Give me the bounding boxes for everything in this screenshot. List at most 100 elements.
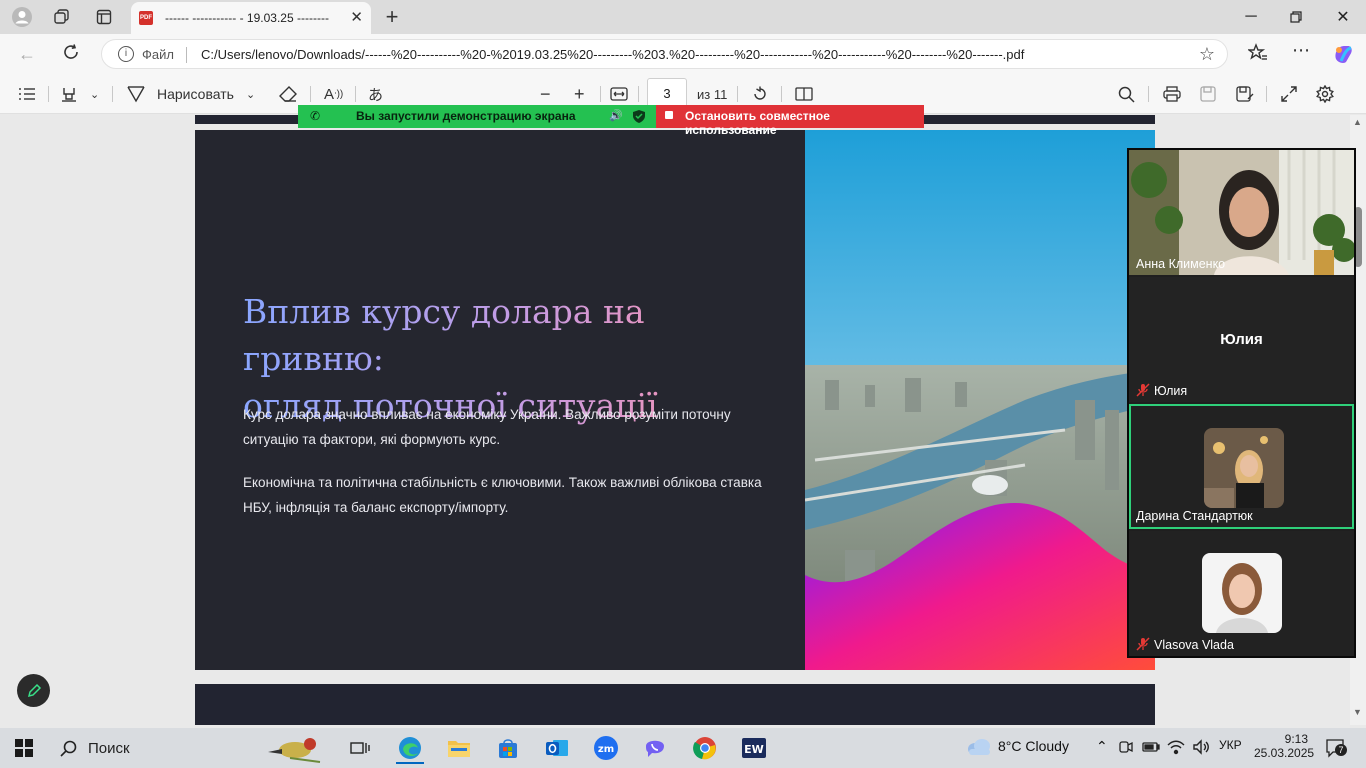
tab-title: ------ ----------- - 19.03.25 -------- (165, 11, 329, 25)
divider (48, 86, 49, 102)
participant-tile-active-speaker[interactable]: Дарина Стандартюк (1129, 404, 1354, 529)
pdf-page-next (195, 684, 1155, 725)
site-info-icon[interactable]: i (118, 46, 134, 62)
divider (1148, 86, 1149, 102)
edge-taskbar-icon[interactable] (390, 732, 430, 764)
screen-share-status-bar[interactable]: ✆ Вы запустили демонстрацию экрана 🔊 (298, 105, 656, 128)
url-field[interactable]: i Файл C:/Users/lenovo/Downloads/------%… (101, 39, 1228, 69)
participant-tile[interactable]: Анна Клименко (1129, 150, 1356, 275)
notifications-icon[interactable]: 7 (1325, 738, 1347, 761)
translate-icon[interactable]: あ (368, 84, 383, 104)
phone-icon: ✆ (310, 109, 321, 123)
draw-pen-fab[interactable] (17, 674, 50, 707)
cloud-weather-icon[interactable] (966, 738, 992, 759)
participant-name: Vlasova Vlada (1154, 638, 1234, 652)
refresh-icon[interactable] (62, 43, 80, 64)
divider (1266, 86, 1267, 102)
clock[interactable]: 9:13 25.03.2025 (1254, 732, 1314, 760)
stop-sharing-button[interactable]: Остановить совместное использование (656, 105, 924, 137)
draw-dropdown-icon[interactable]: ⌄ (246, 84, 255, 104)
divider (600, 86, 601, 102)
copilot-icon[interactable] (1332, 43, 1354, 68)
print-icon[interactable] (1163, 84, 1181, 104)
divider (310, 86, 311, 102)
close-tab-icon[interactable]: ✕ (350, 8, 363, 26)
participant-tile[interactable]: Vlasova Vlada (1129, 531, 1354, 656)
more-icon[interactable]: ⋯ (1292, 40, 1310, 61)
zoom-in-icon[interactable]: + (574, 84, 585, 104)
bird-illustration-icon (268, 738, 321, 763)
battery-icon[interactable] (1142, 740, 1160, 757)
back-icon[interactable]: ← (18, 44, 36, 65)
weather-text[interactable]: 8°C Cloudy (998, 738, 1069, 754)
highlight-dropdown-icon[interactable]: ⌄ (90, 84, 99, 104)
participant-display-name: Юлия (1220, 331, 1263, 348)
draw-button[interactable]: Нарисовать (157, 84, 234, 104)
page-view-icon[interactable] (795, 84, 813, 104)
pdf-icon: PDF (139, 11, 153, 25)
start-button[interactable] (4, 732, 44, 764)
scroll-up-icon[interactable]: ▲ (1353, 117, 1362, 127)
tab-actions-icon[interactable] (92, 5, 116, 29)
participant-name: Дарина Стандартюк (1136, 509, 1253, 523)
city-river-photo (805, 130, 1155, 670)
rotate-icon[interactable] (751, 84, 769, 104)
mic-muted-icon (1136, 383, 1150, 397)
meet-now-icon[interactable] (1118, 739, 1134, 758)
viber-icon[interactable] (635, 732, 675, 764)
zoom-icon[interactable]: zm (586, 732, 626, 764)
save-as-icon[interactable] (1236, 84, 1254, 104)
address-bar: ← i Файл C:/Users/lenovo/Downloads/-----… (0, 34, 1366, 74)
fullscreen-icon[interactable] (1280, 84, 1298, 104)
participant-tile[interactable]: Юлия Юлия (1129, 277, 1354, 402)
avatar (1202, 553, 1282, 633)
windows-taskbar: Поиск zm EW 8°C Cloudy ⌃ УКР 9:13 25.03.… (0, 728, 1366, 768)
read-aloud-icon[interactable]: A ᐧ)) (324, 84, 343, 104)
draw-icon[interactable] (126, 84, 146, 104)
divider (781, 86, 782, 102)
profile-icon[interactable] (10, 5, 34, 29)
fit-to-width-icon[interactable] (610, 84, 628, 104)
wifi-icon[interactable] (1167, 739, 1185, 758)
favorite-star-icon[interactable]: ☆ (1199, 44, 1215, 65)
input-language[interactable]: УКР (1219, 738, 1242, 752)
shield-icon (633, 110, 645, 126)
restore-icon[interactable] (1276, 4, 1316, 30)
participant-name: Юлия (1154, 384, 1188, 398)
workspaces-icon[interactable] (50, 5, 74, 29)
minimize-icon[interactable]: ─ (1231, 4, 1271, 30)
search-icon (60, 740, 77, 757)
contents-icon[interactable] (18, 84, 36, 104)
taskbar-search-box[interactable]: Поиск (50, 732, 330, 764)
mic-muted-icon (1136, 637, 1150, 651)
pen-icon (27, 683, 41, 697)
highlight-icon[interactable] (60, 84, 78, 104)
show-hidden-icons-chevron-icon[interactable]: ⌃ (1096, 738, 1108, 755)
tab-pdf-document[interactable]: PDF ------ ----------- - 19.03.25 ------… (131, 2, 371, 34)
divider (638, 86, 639, 102)
url-text: C:/Users/lenovo/Downloads/------%20-----… (201, 47, 1025, 62)
slide-paragraph-2: Економічна та політична стабільність є к… (243, 475, 762, 515)
divider (186, 47, 187, 63)
save-icon[interactable] (1200, 84, 1216, 104)
outlook-icon[interactable] (537, 732, 577, 764)
settings-gear-icon[interactable] (1316, 84, 1334, 104)
eraser-icon[interactable] (278, 84, 298, 104)
clock-time: 9:13 (1284, 732, 1308, 746)
task-view-icon[interactable] (340, 732, 380, 764)
svg-text:EW: EW (744, 743, 764, 756)
chrome-icon[interactable] (685, 732, 725, 764)
scroll-down-icon[interactable]: ▼ (1353, 707, 1362, 717)
search-icon[interactable] (1118, 84, 1135, 104)
volume-icon[interactable] (1192, 739, 1210, 758)
zoom-out-icon[interactable]: − (540, 84, 551, 104)
ew-app-icon[interactable]: EW (734, 732, 774, 764)
file-explorer-icon[interactable] (439, 732, 479, 764)
microsoft-store-icon[interactable] (488, 732, 528, 764)
favorites-icon[interactable] (1246, 43, 1268, 66)
stop-icon (665, 111, 673, 119)
speaker-icon[interactable]: 🔊 (609, 109, 623, 122)
notification-count: 7 (1335, 744, 1347, 756)
new-tab-icon[interactable]: + (380, 4, 404, 29)
close-window-icon[interactable]: ✕ (1323, 4, 1363, 30)
